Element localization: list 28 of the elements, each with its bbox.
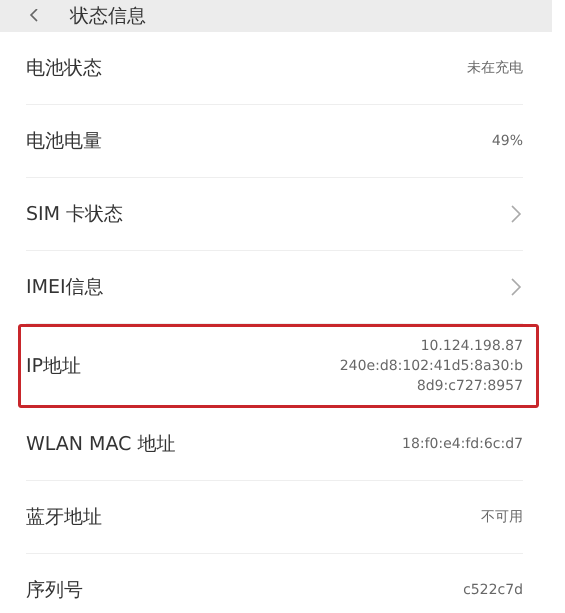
- setting-row[interactable]: 蓝牙地址 不可用: [26, 481, 523, 554]
- setting-label: 蓝牙地址: [26, 505, 102, 530]
- setting-row[interactable]: WLAN MAC 地址 18:f0:e4:fd:6c:d7: [26, 408, 523, 481]
- setting-row[interactable]: 电池状态 未在充电: [26, 32, 523, 105]
- setting-value: 18:f0:e4:fd:6c:d7: [402, 435, 523, 454]
- setting-value: 49%: [492, 132, 523, 151]
- setting-row[interactable]: IP地址 10.124.198.87 240e:d8:102:41d5:8a30:b 8d9:c727:8957: [18, 324, 539, 408]
- setting-value: 240e:d8:102:41d5:8a30:b: [340, 357, 523, 376]
- setting-value: 10.124.198.87: [420, 337, 523, 356]
- setting-label: IMEI信息: [26, 275, 104, 300]
- setting-value: 未在充电: [467, 59, 523, 78]
- setting-label: 序列号: [26, 578, 83, 603]
- setting-row[interactable]: 序列号 c522c7d: [26, 554, 523, 613]
- chevron-right-icon[interactable]: [511, 278, 521, 296]
- chevron-right-icon[interactable]: [511, 205, 521, 223]
- setting-value: c522c7d: [463, 581, 523, 600]
- screen-title: 状态信息: [70, 5, 146, 27]
- setting-row[interactable]: SIM 卡状态: [26, 178, 523, 251]
- setting-label: IP地址: [26, 354, 82, 379]
- setting-label: 电池状态: [26, 56, 102, 81]
- setting-row[interactable]: IMEI信息: [26, 251, 523, 324]
- setting-value: 不可用: [481, 508, 523, 527]
- setting-value: 8d9:c727:8957: [416, 377, 523, 396]
- setting-label: 电池电量: [26, 129, 102, 154]
- setting-row[interactable]: 电池电量 49%: [26, 105, 523, 178]
- setting-label: SIM 卡状态: [26, 202, 124, 227]
- back-icon[interactable]: [28, 9, 40, 23]
- setting-label: WLAN MAC 地址: [26, 432, 176, 457]
